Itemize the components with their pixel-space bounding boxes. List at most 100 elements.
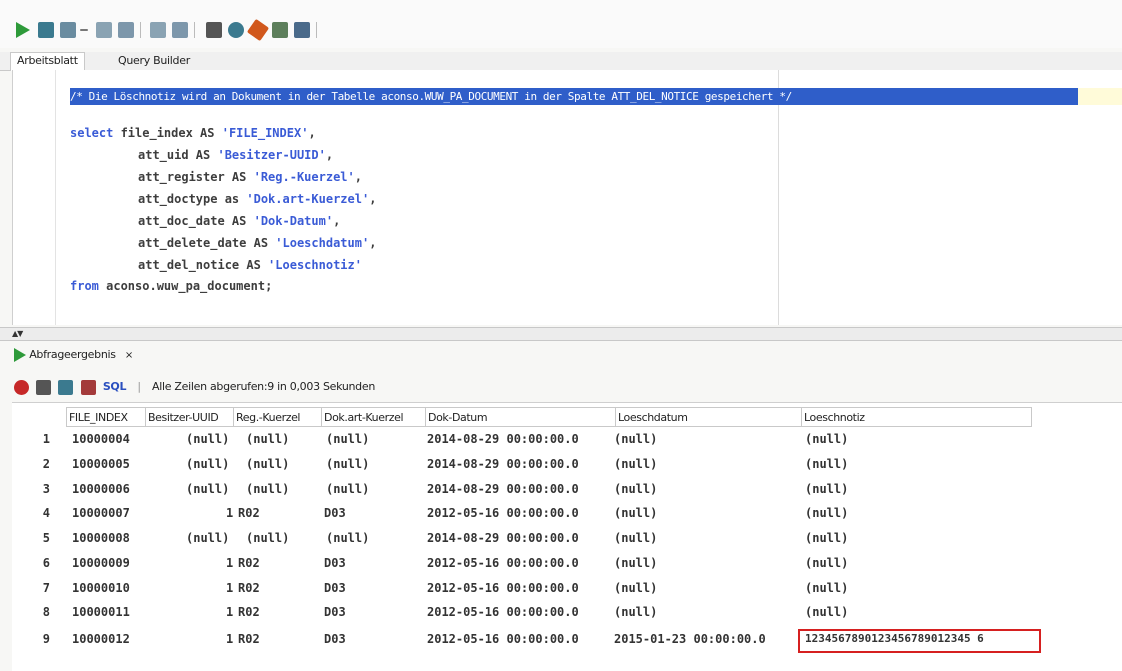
row-number[interactable]: 8 <box>36 605 50 619</box>
cell-besitzer-uuid[interactable]: 1 <box>226 632 233 646</box>
cell-dokart-kuerzel[interactable]: D03 <box>324 581 346 595</box>
cell-dok-datum[interactable]: 2014-08-29 00:00:00.0 <box>427 482 579 496</box>
cell-besitzer-uuid[interactable]: 1 <box>226 556 233 570</box>
autotrace-icon[interactable] <box>150 22 166 38</box>
cell-reg-kuerzel[interactable]: R02 <box>238 556 260 570</box>
cell-reg-kuerzel[interactable]: (null) <box>246 432 289 446</box>
cell-file-index[interactable]: 10000010 <box>72 581 130 595</box>
cell-loeschnotiz[interactable]: (null) <box>805 531 848 545</box>
cell-reg-kuerzel[interactable]: R02 <box>238 581 260 595</box>
row-number[interactable]: 9 <box>36 632 50 646</box>
cell-besitzer-uuid[interactable]: (null) <box>186 531 229 545</box>
cell-dokart-kuerzel[interactable]: D03 <box>324 632 346 646</box>
cell-file-index[interactable]: 10000007 <box>72 506 130 520</box>
tab-query-result[interactable]: Abfrageergebnis × <box>14 346 133 364</box>
cell-dok-datum[interactable]: 2014-08-29 00:00:00.0 <box>427 457 579 471</box>
cell-reg-kuerzel[interactable]: (null) <box>246 457 289 471</box>
collapse-arrows-icon[interactable]: ▲▼ <box>12 329 23 338</box>
editor-results-splitter[interactable]: ▲▼ <box>0 327 1122 341</box>
cell-file-index[interactable]: 10000009 <box>72 556 130 570</box>
sql-tuning-icon[interactable] <box>172 22 188 38</box>
row-number[interactable]: 1 <box>36 432 50 446</box>
row-number[interactable]: 4 <box>36 506 50 520</box>
column-header-dok-datum[interactable]: Dok-Datum <box>426 407 616 427</box>
cell-loeschnotiz[interactable]: (null) <box>805 432 848 446</box>
format-icon[interactable] <box>294 22 310 38</box>
cell-loeschdatum[interactable]: (null) <box>614 482 657 496</box>
cell-loeschdatum[interactable]: (null) <box>614 605 657 619</box>
column-header-file-index[interactable]: FILE_INDEX <box>66 407 146 427</box>
cell-besitzer-uuid[interactable]: (null) <box>186 457 229 471</box>
cell-file-index[interactable]: 10000008 <box>72 531 130 545</box>
row-number[interactable]: 2 <box>36 457 50 471</box>
cell-loeschnotiz[interactable]: (null) <box>805 482 848 496</box>
cell-loeschdatum[interactable]: (null) <box>614 581 657 595</box>
clear-icon[interactable] <box>246 18 270 42</box>
cell-loeschdatum[interactable]: (null) <box>614 432 657 446</box>
cell-file-index[interactable]: 10000006 <box>72 482 130 496</box>
cell-loeschnotiz[interactable]: (null) <box>805 556 848 570</box>
row-number[interactable]: 7 <box>36 581 50 595</box>
run-script-icon[interactable] <box>38 22 54 38</box>
row-number[interactable]: 3 <box>36 482 50 496</box>
pin-icon[interactable] <box>14 379 29 395</box>
row-number[interactable]: 5 <box>36 531 50 545</box>
column-header-besitzer-uuid[interactable]: Besitzer-UUID <box>146 407 234 427</box>
cell-loeschdatum[interactable]: (null) <box>614 457 657 471</box>
commit-icon[interactable] <box>60 22 76 38</box>
column-header-loeschnotiz[interactable]: Loeschnotiz <box>802 407 1032 427</box>
row-number[interactable]: 6 <box>36 556 50 570</box>
run-statement-icon[interactable] <box>16 22 30 38</box>
cell-loeschdatum[interactable]: (null) <box>614 506 657 520</box>
tab-query-builder[interactable]: Query Builder <box>118 54 190 67</box>
cell-dokart-kuerzel[interactable]: (null) <box>326 457 369 471</box>
cell-dok-datum[interactable]: 2012-05-16 00:00:00.0 <box>427 506 579 520</box>
cell-besitzer-uuid[interactable]: 1 <box>226 605 233 619</box>
cell-loeschdatum[interactable]: (null) <box>614 531 657 545</box>
cell-dokart-kuerzel[interactable]: (null) <box>326 432 369 446</box>
cell-besitzer-uuid[interactable]: (null) <box>186 482 229 496</box>
unshared-sql-icon[interactable] <box>206 22 222 38</box>
cell-dok-datum[interactable]: 2012-05-16 00:00:00.0 <box>427 556 579 570</box>
cell-dok-datum[interactable]: 2012-05-16 00:00:00.0 <box>427 605 579 619</box>
refresh-icon[interactable] <box>58 379 74 395</box>
cell-loeschnotiz[interactable]: (null) <box>805 605 848 619</box>
cell-reg-kuerzel[interactable]: R02 <box>238 506 260 520</box>
cell-loeschnotiz[interactable]: (null) <box>805 457 848 471</box>
cell-dokart-kuerzel[interactable]: D03 <box>324 605 346 619</box>
cell-file-index[interactable]: 10000004 <box>72 432 130 446</box>
cell-dok-datum[interactable]: 2012-05-16 00:00:00.0 <box>427 581 579 595</box>
cell-besitzer-uuid[interactable]: 1 <box>226 506 233 520</box>
cell-besitzer-uuid[interactable]: (null) <box>186 432 229 446</box>
cell-besitzer-uuid[interactable]: 1 <box>226 581 233 595</box>
cell-reg-kuerzel[interactable]: (null) <box>246 531 289 545</box>
rollback-icon[interactable] <box>96 22 112 38</box>
cell-reg-kuerzel[interactable]: R02 <box>238 632 260 646</box>
cell-dokart-kuerzel[interactable]: D03 <box>324 556 346 570</box>
cell-dok-datum[interactable]: 2014-08-29 00:00:00.0 <box>427 531 579 545</box>
dropdown-icon[interactable] <box>80 29 88 31</box>
cell-reg-kuerzel[interactable]: R02 <box>238 605 260 619</box>
cell-loeschdatum[interactable]: (null) <box>614 556 657 570</box>
cell-file-index[interactable]: 10000012 <box>72 632 130 646</box>
cell-file-index[interactable]: 10000005 <box>72 457 130 471</box>
column-header-reg-kuerzel[interactable]: Reg.-Kuerzel <box>234 407 322 427</box>
cell-dok-datum[interactable]: 2012-05-16 00:00:00.0 <box>427 632 579 646</box>
cell-loeschnotiz[interactable]: (null) <box>805 581 848 595</box>
cell-file-index[interactable]: 10000011 <box>72 605 130 619</box>
print-icon[interactable] <box>36 379 52 395</box>
cell-dok-datum[interactable]: 2014-08-29 00:00:00.0 <box>427 432 579 446</box>
explain-plan-icon[interactable] <box>118 22 134 38</box>
to-upper-icon[interactable] <box>228 22 244 38</box>
cell-loeschdatum[interactable]: 2015-01-23 00:00:00.0 <box>614 632 766 646</box>
export-icon[interactable] <box>80 379 96 395</box>
tab-worksheet[interactable]: Arbeitsblatt <box>10 52 85 71</box>
cell-dokart-kuerzel[interactable]: (null) <box>326 531 369 545</box>
cell-dokart-kuerzel[interactable]: (null) <box>326 482 369 496</box>
sql-button[interactable]: SQL <box>103 380 127 393</box>
history-icon[interactable] <box>272 22 288 38</box>
cell-dokart-kuerzel[interactable]: D03 <box>324 506 346 520</box>
cell-loeschnotiz[interactable]: (null) <box>805 506 848 520</box>
column-header-loeschdatum[interactable]: Loeschdatum <box>616 407 802 427</box>
close-tab-icon[interactable]: × <box>125 350 133 361</box>
